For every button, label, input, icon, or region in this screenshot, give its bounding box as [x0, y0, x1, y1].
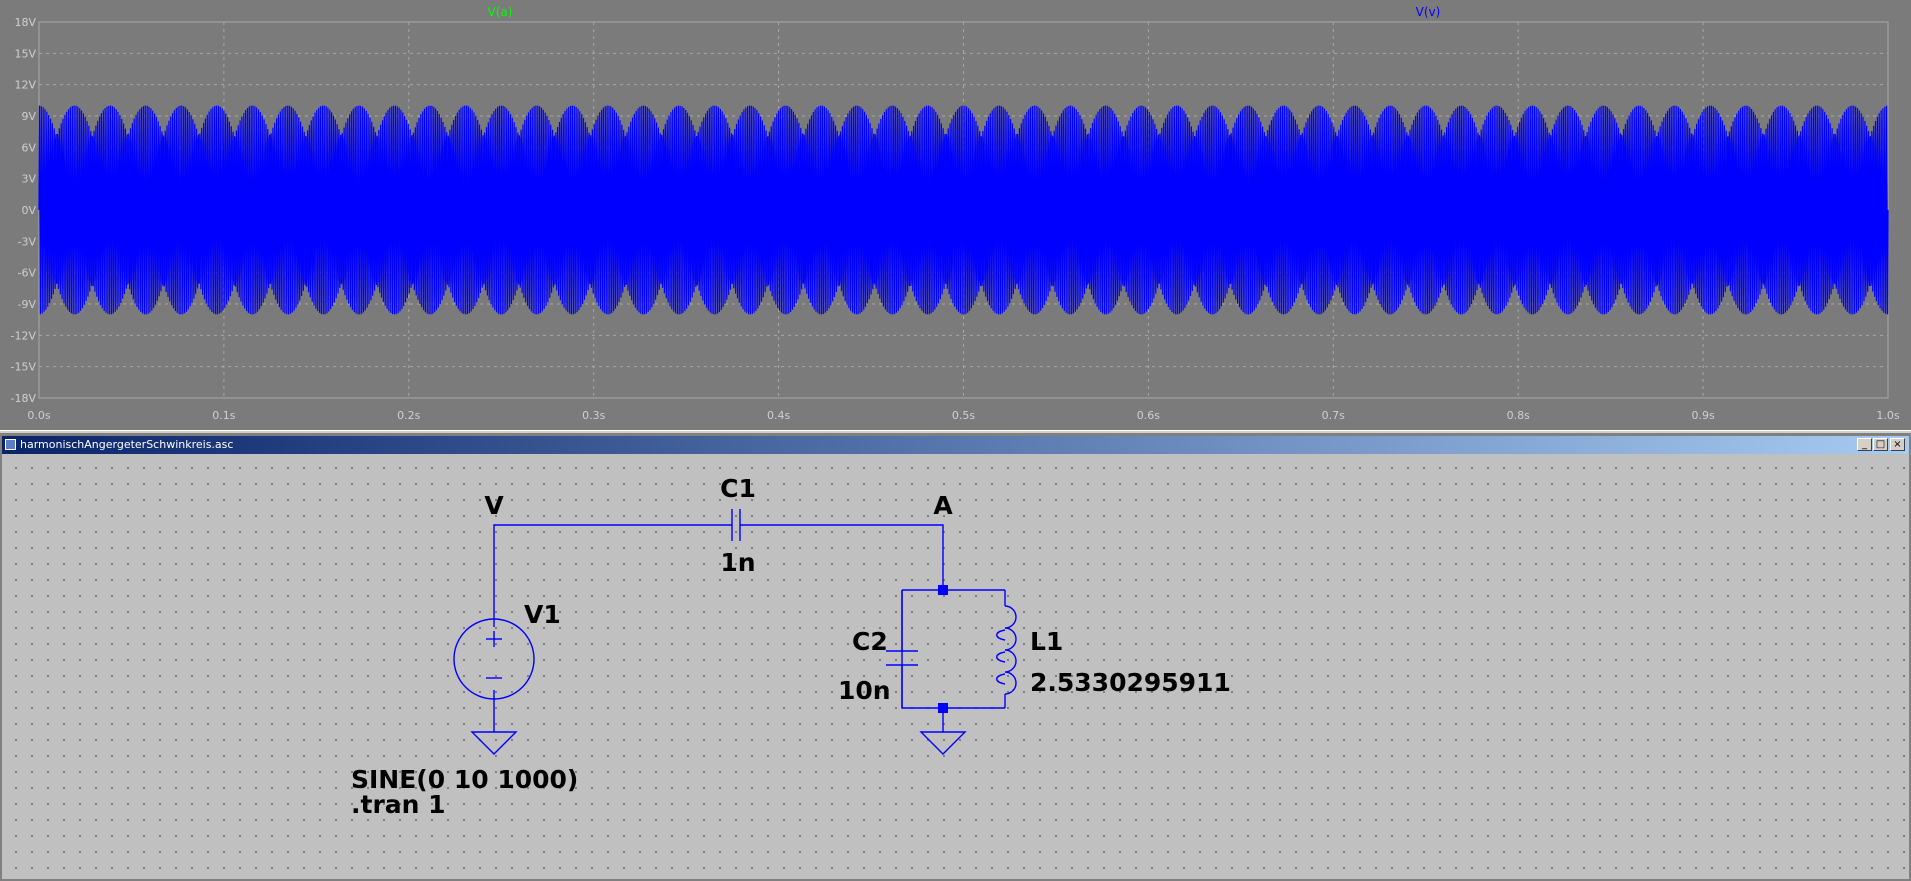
trace-label-va[interactable]: V(a) [488, 5, 513, 19]
c1-value-label[interactable]: 1n [720, 548, 755, 577]
schematic-window: harmonischAngergeterSchwinkreis.asc _ □ … [0, 434, 1911, 881]
waveform-plot-pane[interactable]: 18V 15V 12V 9V 6V 3V 0V -3V -6V -9V -12V -15V -18V 0… [0, 0, 1911, 430]
y-tick-label: -9V [18, 298, 37, 311]
ground-symbol-tank[interactable] [919, 731, 967, 755]
minimize-button[interactable]: _ [1857, 438, 1872, 451]
x-tick-label: 0.7s [1322, 409, 1345, 422]
schematic-canvas[interactable]: V A C1 1n V1 C2 10n L1 2.5330295911 SINE… [2, 454, 1909, 879]
x-tick-label: 0.5s [952, 409, 975, 422]
y-tick-label: -3V [18, 235, 37, 248]
c1-name-label[interactable]: C1 [720, 474, 756, 503]
x-tick-label: 0.6s [1137, 409, 1160, 422]
spice-directive[interactable]: .tran 1 [351, 790, 446, 819]
wire-tank-bottom[interactable] [901, 590, 1005, 709]
junction-dot-top [938, 585, 948, 595]
y-tick-label: 15V [14, 47, 36, 60]
close-button[interactable]: × [1890, 438, 1905, 451]
waveform-plot[interactable]: 18V 15V 12V 9V 6V 3V 0V -3V -6V -9V -12V -15V -18V 0… [0, 0, 1911, 430]
net-label-v[interactable]: V [484, 491, 504, 520]
capacitor-c1-symbol[interactable] [731, 509, 741, 541]
voltage-source-v1-symbol[interactable] [453, 618, 535, 700]
y-tick-label: 6V [21, 141, 36, 154]
x-axis-labels: 0.0s 0.1s 0.2s 0.3s 0.4s 0.5s 0.6s 0.7s 0.8s 0.9s… [27, 409, 1899, 422]
y-tick-label: 0V [21, 204, 36, 217]
c2-value-label[interactable]: 10n [838, 676, 891, 705]
c2-name-label[interactable]: C2 [852, 627, 888, 656]
x-tick-label: 1.0s [1876, 409, 1899, 422]
x-tick-label: 0.4s [767, 409, 790, 422]
ground-symbol-v1[interactable] [470, 731, 518, 755]
x-tick-label: 0.0s [27, 409, 50, 422]
plot-traces [38, 105, 1889, 315]
y-tick-label: 18V [14, 16, 36, 29]
maximize-button[interactable]: □ [1873, 438, 1888, 451]
x-tick-label: 0.1s [212, 409, 235, 422]
l1-value-label[interactable]: 2.5330295911 [1030, 668, 1231, 697]
x-tick-label: 0.3s [582, 409, 605, 422]
x-tick-label: 0.2s [397, 409, 420, 422]
trace-label-vv[interactable]: V(v) [1416, 5, 1441, 19]
trace-vv-line[interactable] [38, 105, 1889, 315]
net-label-a[interactable]: A [933, 491, 953, 520]
y-tick-label: 12V [14, 79, 36, 92]
l1-name-label[interactable]: L1 [1030, 627, 1063, 656]
y-tick-label: -6V [18, 267, 37, 280]
wire-a-net[interactable] [740, 524, 944, 590]
y-tick-label: 3V [21, 173, 36, 186]
junction-dot-bottom [938, 703, 948, 713]
schematic-drawing[interactable]: V A C1 1n V1 C2 10n L1 2.5330295911 SINE… [2, 454, 1909, 879]
schematic-window-title: harmonischAngergeterSchwinkreis.asc [20, 438, 234, 451]
x-tick-label: 0.8s [1507, 409, 1530, 422]
schematic-app-icon [5, 439, 16, 450]
y-tick-label: -18V [11, 392, 37, 405]
y-tick-label: -12V [11, 329, 37, 342]
v1-name-label[interactable]: V1 [524, 600, 561, 629]
schematic-titlebar[interactable]: harmonischAngergeterSchwinkreis.asc _ □ … [2, 436, 1909, 454]
y-tick-label: -15V [11, 361, 37, 374]
inductor-l1-symbol[interactable] [996, 605, 1017, 695]
x-tick-label: 0.9s [1691, 409, 1714, 422]
y-tick-label: 9V [21, 110, 36, 123]
y-axis-labels: 18V 15V 12V 9V 6V 3V 0V -3V -6V -9V -12V -15V -18V [11, 16, 37, 405]
